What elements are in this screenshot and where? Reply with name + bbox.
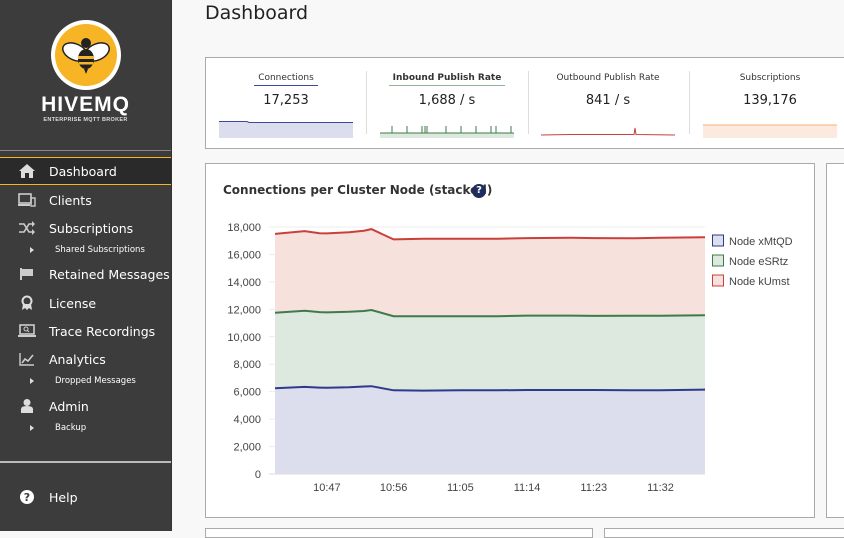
stat-outbound-publish-rate[interactable]: Outbound Publish Rate 841 / s	[528, 58, 688, 148]
legend-label: Node kUmst	[729, 276, 790, 288]
stat-label: Subscriptions	[739, 73, 801, 83]
x-tick-label: 11:23	[580, 482, 607, 494]
sidebar-item-analytics[interactable]: Analytics	[0, 347, 171, 371]
sidebar-item-label: Analytics	[49, 351, 106, 367]
area-node-esrtz	[275, 310, 705, 391]
side-panel	[826, 163, 844, 518]
question-circle-icon: ?	[17, 488, 37, 506]
stat-connections[interactable]: Connections 17,253	[206, 58, 366, 148]
y-tick-label: 12,000	[227, 304, 261, 316]
y-tick-label: 6,000	[233, 387, 261, 399]
y-tick-label: 0	[255, 469, 261, 481]
svg-text:?: ?	[24, 491, 30, 504]
stats-panel: Connections 17,253 Inbound Publish Rate …	[205, 57, 844, 149]
sidebar-item-label: Admin	[49, 398, 89, 414]
devices-icon	[17, 191, 37, 209]
sidebar-item-dashboard[interactable]: Dashboard	[0, 159, 171, 183]
sidebar: HIVEMQ ENTERPRISE MQTT BROKER Dashboard …	[0, 0, 171, 531]
x-tick-label: 11:05	[447, 482, 474, 494]
stat-inbound-publish-rate[interactable]: Inbound Publish Rate 1,688 / s	[367, 58, 527, 148]
y-tick-label: 4,000	[233, 414, 261, 426]
x-tick-label: 11:14	[514, 482, 541, 494]
hivemq-logo[interactable]: HIVEMQ ENTERPRISE MQTT BROKER	[0, 0, 171, 150]
subscriptions-sparkline	[703, 124, 837, 138]
sidebar-item-trace-recordings[interactable]: Trace Recordings	[0, 319, 171, 343]
divider	[0, 461, 171, 463]
sidebar-item-help[interactable]: ? Help	[0, 485, 171, 509]
laptop-search-icon	[17, 322, 37, 340]
sidebar-item-label: Help	[49, 489, 78, 505]
sidebar-subitem-label: Dropped Messages	[55, 376, 136, 386]
flag-icon	[17, 265, 37, 283]
sidebar-item-clients[interactable]: Clients	[0, 188, 171, 212]
stat-value: 17,253	[263, 93, 309, 108]
sidebar-subitem-label: Backup	[55, 423, 87, 433]
divider	[0, 150, 171, 151]
y-tick-label: 10,000	[227, 332, 261, 344]
legend-swatch	[712, 254, 724, 267]
caret-right-icon	[30, 247, 34, 253]
stat-label: Connections	[254, 73, 318, 86]
legend-swatch	[712, 274, 724, 287]
sidebar-item-retained-messages[interactable]: Retained Messages	[0, 262, 171, 286]
x-tick-label: 10:56	[380, 482, 408, 494]
sidebar-item-label: License	[49, 295, 97, 311]
connections-sparkline	[219, 121, 353, 138]
outbound-sparkline	[541, 127, 675, 136]
x-tick-label: 11:32	[647, 482, 674, 494]
y-tick-label: 8,000	[233, 359, 261, 371]
area-node-kumst	[275, 229, 705, 317]
caret-right-icon	[30, 425, 34, 431]
user-icon	[17, 397, 37, 415]
caret-right-icon	[30, 378, 34, 384]
sidebar-subitem-dropped-messages[interactable]: Dropped Messages	[0, 373, 171, 389]
inbound-sparkline	[380, 126, 514, 138]
stat-value: 841 / s	[585, 93, 631, 108]
y-tick-label: 2,000	[233, 442, 261, 454]
sidebar-item-label: Trace Recordings	[49, 323, 156, 339]
bottom-panel	[205, 528, 593, 538]
sidebar-subitem-label: Shared Subscriptions	[55, 245, 145, 255]
y-tick-label: 16,000	[227, 249, 261, 261]
y-tick-label: 18,000	[227, 222, 261, 234]
brand-name: HIVEMQ	[41, 93, 130, 116]
sidebar-item-subscriptions[interactable]: Subscriptions	[0, 216, 171, 240]
stacked-area-chart: 0 2,000 4,000 6,000 8,000 10,000 12,000 14,000 1…	[227, 222, 793, 494]
award-icon	[17, 294, 37, 312]
y-tick-label: 14,000	[227, 277, 261, 289]
brand-tagline: ENTERPRISE MQTT BROKER	[43, 117, 128, 123]
sidebar-subitem-shared-subscriptions[interactable]: Shared Subscriptions	[0, 242, 171, 258]
stat-value: 139,176	[743, 93, 797, 108]
sidebar-item-label: Dashboard	[49, 163, 117, 179]
line-chart-icon	[17, 350, 37, 368]
stat-label: Outbound Publish Rate	[556, 73, 660, 83]
home-icon	[17, 162, 37, 180]
sidebar-item-license[interactable]: License	[0, 291, 171, 315]
stat-value: 1,688 / s	[418, 93, 476, 108]
legend-label: Node xMtQD	[729, 236, 793, 248]
connections-chart-panel: Connections per Cluster Node (stacked) ?…	[205, 163, 815, 518]
legend-label: Node eSRtz	[729, 256, 788, 268]
stat-subscriptions[interactable]: Subscriptions 139,176	[690, 58, 844, 148]
sidebar-subitem-backup[interactable]: Backup	[0, 420, 171, 436]
x-tick-label: 10:47	[313, 482, 341, 494]
stat-label: Inbound Publish Rate	[388, 73, 506, 86]
sidebar-item-label: Clients	[49, 192, 92, 208]
shuffle-icon	[17, 219, 37, 237]
legend-swatch	[712, 234, 724, 247]
sidebar-item-admin[interactable]: Admin	[0, 394, 171, 418]
bee-logo-icon	[51, 20, 121, 90]
main-content: Dashboard Connections 17,253 Inbound Pub…	[171, 0, 844, 538]
sidebar-item-label: Subscriptions	[49, 220, 134, 236]
page-title: Dashboard	[205, 2, 309, 24]
area-node-xmtqd	[275, 386, 705, 474]
sidebar-item-label: Retained Messages	[49, 266, 170, 282]
bottom-panel	[604, 528, 844, 538]
